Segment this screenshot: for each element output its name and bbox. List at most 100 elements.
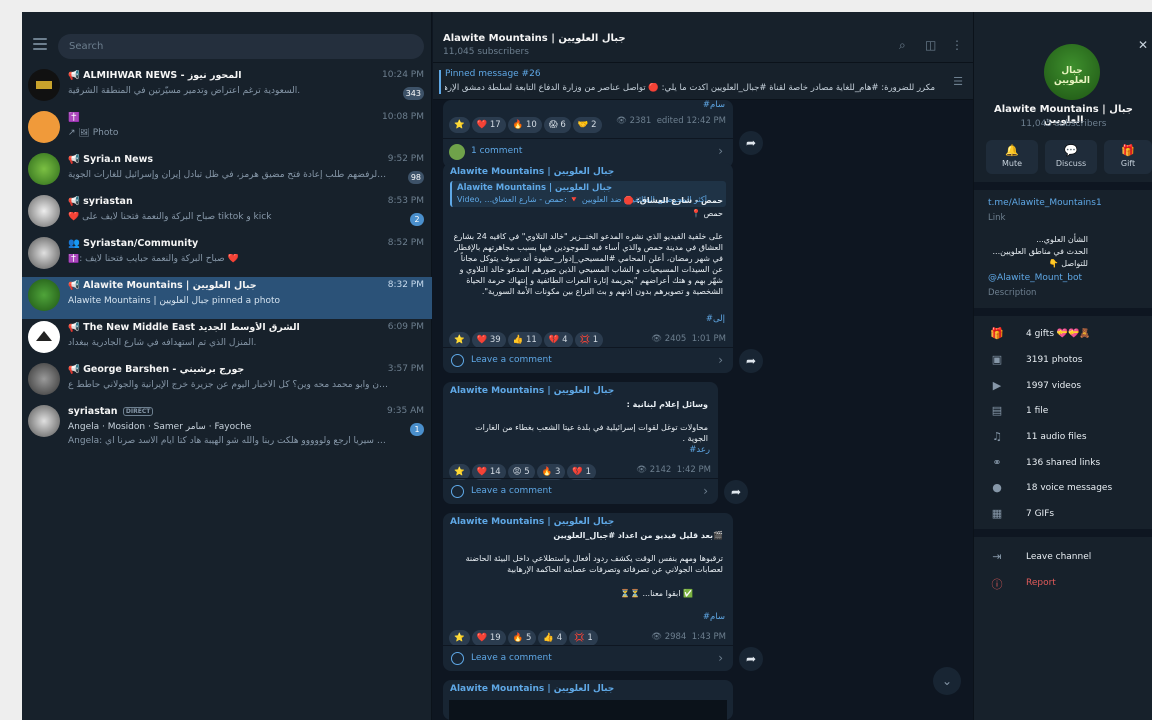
reaction[interactable]: 💢 1 — [569, 630, 598, 646]
message-bubble[interactable]: Alawite Mountains | جبال العلويين 🎬بعد ق… — [443, 513, 733, 671]
media-gifs[interactable]: ▦ 7 GIFs — [974, 505, 1152, 525]
comment-icon — [451, 652, 464, 665]
unread-badge: 1 — [410, 423, 424, 436]
reactions: ⭐ ❤️ 19 🔥 5 👍 4 💢 1 — [449, 625, 600, 646]
link-icon: ⚭ — [992, 456, 1002, 469]
report-button[interactable]: ⓘ Report — [974, 574, 1152, 594]
chat-item[interactable]: ✝️ 10:08 PM ↗ 🖼 Photo — [22, 109, 432, 151]
hashtag[interactable]: #إلى — [706, 314, 725, 324]
share-icon[interactable]: ➦ — [739, 647, 763, 671]
share-icon[interactable]: ➦ — [724, 480, 748, 504]
scroll-down-icon[interactable]: ⌄ — [933, 667, 961, 695]
chat-preview: المنزل الذي تم استهدافه في شارع الجادرية… — [68, 338, 257, 348]
channel-link[interactable]: t.me/Alawite_Mountains1 — [988, 198, 1102, 208]
media-links[interactable]: ⚭ 136 shared links — [974, 454, 1152, 474]
reaction[interactable]: 👍 11 — [507, 332, 542, 348]
chat-name: 📢 George Barshen - جورج برشيني — [68, 364, 245, 375]
chat-item[interactable]: 📢 George Barshen - جورج برشيني 3:57 PM ا… — [22, 361, 432, 403]
chat-item[interactable]: 👥 Syriastan/Community 8:52 PM ✝️: صباح ا… — [22, 235, 432, 277]
chat-item-active[interactable]: 📢 Alawite Mountains | جبال العلويين 8:32… — [22, 277, 432, 319]
video-thumbnail[interactable] — [449, 700, 727, 720]
chat-time: 10:24 PM — [382, 70, 424, 80]
leave-comment-row[interactable]: Leave a comment › — [443, 645, 733, 671]
reaction[interactable]: 🔥 10 — [507, 117, 542, 133]
chat-item[interactable]: 📢 Syria.n News 9:52 PM انتقد ترامب حلفاء… — [22, 151, 432, 193]
hashtag[interactable]: #سام — [703, 612, 725, 622]
message-body: ترقبوها ومهم بنفس الوقت يكشف ردود أفعال … — [465, 554, 723, 574]
media-voice[interactable]: ● 18 voice messages — [974, 479, 1152, 499]
hashtag[interactable]: #رعد — [689, 445, 710, 455]
more-vertical-icon[interactable]: ⋮ — [951, 38, 963, 52]
leave-channel-button[interactable]: ⇥ Leave channel — [974, 548, 1152, 568]
message-heading: حمص - شارع العشاق: 🛑 — [623, 196, 723, 205]
share-icon[interactable]: ➦ — [739, 349, 763, 373]
chat-name: ✝️ — [68, 112, 80, 123]
reaction[interactable]: 💔 4 — [543, 332, 573, 348]
subscriber-count: 11,045 subscribers — [443, 47, 529, 57]
bot-link[interactable]: @Alawite_Mount_bot — [988, 273, 1082, 283]
channel-avatar[interactable]: جبال العلويين — [1044, 44, 1100, 100]
video-icon: ▶ — [992, 379, 1002, 392]
discuss-button[interactable]: 💬 Discuss — [1045, 140, 1097, 174]
message-author[interactable]: Alawite Mountains | جبال العلويين — [450, 167, 614, 177]
chat-preview: ✝️: صباح البركة والنعمة حبايب فتحنا لايف… — [68, 254, 239, 264]
reaction[interactable]: ⭐ — [449, 117, 470, 133]
close-icon[interactable]: ✕ — [1138, 38, 1148, 52]
chat-item[interactable]: 📢 ALMIHWAR NEWS - المحور نيوز 10:24 PM ا… — [22, 67, 432, 109]
hashtag[interactable]: #سام — [703, 100, 725, 110]
search-icon[interactable]: ⌕ — [899, 38, 906, 53]
leave-comment-row[interactable]: Leave a comment › — [443, 347, 733, 373]
photo-icon: ▣ — [991, 353, 1003, 366]
message-author[interactable]: Alawite Mountains | جبال العلويين — [450, 386, 614, 396]
reaction[interactable]: ⭐ — [449, 630, 470, 646]
chat-item[interactable]: syriastan DIRECT 9:35 AM Angela · Mosido… — [22, 403, 432, 451]
reaction[interactable]: 🤝 2 — [572, 117, 602, 133]
warning-icon: ⓘ — [991, 578, 1003, 591]
pin-list-icon[interactable]: ☰ — [953, 75, 963, 88]
message-bubble[interactable]: Alawite Mountains | جبال العلويين وسائل … — [443, 382, 718, 504]
leave-comment-row[interactable]: Leave a comment › — [443, 478, 718, 504]
link-label: Link — [988, 213, 1006, 223]
sidebar-toggle-icon[interactable]: ◫ — [925, 38, 936, 52]
reaction[interactable]: 🔥 5 — [507, 630, 537, 646]
media-files[interactable]: ▤ 1 file — [974, 402, 1152, 422]
media-gifts[interactable]: 🎁 4 gifts 💝💝🧸 — [974, 325, 1152, 345]
message-bubble[interactable]: #سام ⭐ ❤️ 17 🔥 10 😱 6 🤝 2 👁 2381 edited 12:4… — [443, 100, 733, 168]
mute-button[interactable]: 🔔 Mute — [986, 140, 1038, 174]
pinned-message-bar[interactable]: Pinned message #26 مكرر للضرورة: #هام_لل… — [433, 62, 973, 100]
message-body: على خلفية الفيديو الذي نشره المدعو الخنـ… — [453, 232, 723, 296]
chat-name: syriastan DIRECT — [68, 406, 368, 417]
media-videos[interactable]: ▶ 1997 videos — [974, 377, 1152, 397]
comments-row[interactable]: 1 comment › — [443, 138, 733, 164]
media-photos[interactable]: ▣ 3191 photos — [974, 351, 1152, 371]
reaction[interactable]: ❤️ 19 — [471, 630, 506, 646]
reaction[interactable]: ⭐ — [449, 332, 470, 348]
media-audio[interactable]: ♫ 11 audio files — [974, 428, 1152, 448]
reaction[interactable]: 👍 4 — [538, 630, 568, 646]
chat-time: 10:08 PM — [382, 112, 424, 122]
share-icon[interactable]: ➦ — [739, 131, 763, 155]
gift-button[interactable]: 🎁 Gift — [1104, 140, 1152, 174]
unread-badge: 2 — [410, 213, 424, 226]
unread-badge: 98 — [407, 171, 424, 184]
reactions: ⭐ ❤️ 17 🔥 10 😱 6 🤝 2 — [449, 112, 604, 133]
chat-item[interactable]: 📢 The New Middle East الشرق الأوسط الجدي… — [22, 319, 432, 361]
chat-name: 📢 The New Middle East الشرق الأوسط الجدي… — [68, 322, 300, 333]
leave-comment-label: Leave a comment — [471, 653, 552, 663]
reaction[interactable]: ❤️ 17 — [471, 117, 506, 133]
message-author[interactable]: Alawite Mountains | جبال العلويين — [450, 517, 614, 527]
message-bubble[interactable]: Alawite Mountains | جبال العلويين Alawit… — [443, 163, 733, 373]
hamburger-menu-icon[interactable] — [33, 38, 47, 50]
chat-name: 📢 ALMIHWAR NEWS - المحور نيوز — [68, 70, 242, 81]
message-bubble[interactable]: Alawite Mountains | جبال العلويين — [443, 680, 733, 720]
reaction[interactable]: ❤️ 39 — [471, 332, 506, 348]
chat-item[interactable]: 📢 syriastan 8:53 PM ❤️ صباح البركة والنع… — [22, 193, 432, 235]
reaction[interactable]: 💢 1 — [574, 332, 604, 348]
message-subheading: حمص 📍 — [691, 209, 723, 218]
message-author[interactable]: Alawite Mountains | جبال العلويين — [450, 684, 614, 694]
exit-icon: ⇥ — [992, 550, 1002, 563]
reaction[interactable]: 😱 6 — [543, 117, 571, 133]
search-input[interactable]: Search — [58, 34, 424, 59]
unread-badge: 343 — [402, 87, 424, 100]
chat-header[interactable]: Alawite Mountains | جبال العلويين 11,045… — [433, 12, 973, 62]
